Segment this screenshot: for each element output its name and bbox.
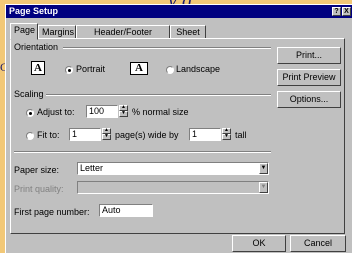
options-button[interactable]: Options... — [277, 91, 341, 108]
portrait-label[interactable]: Portrait — [76, 64, 105, 74]
tall-label: tall — [235, 130, 247, 140]
adjust-to-input[interactable]: 100 — [86, 105, 118, 118]
adjust-to-radio[interactable] — [26, 109, 34, 117]
first-page-input[interactable]: Auto — [99, 204, 153, 217]
section-divider — [14, 151, 271, 153]
tab-page[interactable]: Page — [10, 23, 38, 40]
tab-header-footer[interactable]: Header/Footer — [76, 25, 170, 39]
tab-sheet[interactable]: Sheet — [170, 25, 206, 39]
landscape-page-icon: A — [130, 62, 148, 75]
paper-size-select[interactable]: Letter — [77, 162, 269, 175]
portrait-radio[interactable] — [65, 66, 73, 74]
help-button[interactable]: ? — [332, 7, 341, 16]
tall-input[interactable]: 1 — [189, 128, 221, 141]
cancel-button[interactable]: Cancel — [290, 235, 346, 252]
tab-panel-page: Orientation A Portrait A Landscape Scali… — [10, 38, 345, 234]
first-page-label: First page number: — [14, 207, 90, 217]
print-quality-select — [77, 181, 269, 194]
ok-button[interactable]: OK — [232, 235, 286, 252]
tab-margins[interactable]: Margins — [38, 25, 76, 39]
scaling-divider — [46, 94, 271, 96]
spin-down-icon[interactable]: ▼ — [119, 111, 128, 117]
dialog-title: Page Setup — [9, 6, 59, 16]
fit-to-label[interactable]: Fit to: — [37, 130, 60, 140]
normal-size-label: % normal size — [132, 107, 189, 117]
portrait-page-icon: A — [31, 61, 45, 75]
tall-spinner[interactable]: ▲ ▼ — [222, 128, 231, 141]
landscape-label[interactable]: Landscape — [176, 64, 220, 74]
orientation-divider — [63, 47, 271, 49]
close-button[interactable]: X — [342, 7, 351, 16]
paper-size-value: Letter — [80, 163, 104, 173]
title-bar: Page Setup ? X — [6, 5, 352, 18]
landscape-radio[interactable] — [166, 66, 174, 74]
chevron-down-icon: ▼ — [259, 182, 268, 193]
spin-down-icon[interactable]: ▼ — [102, 134, 111, 140]
orientation-label: Orientation — [14, 42, 59, 52]
print-preview-button[interactable]: Print Preview — [277, 69, 341, 86]
print-button[interactable]: Print... — [277, 47, 341, 64]
paper-size-label: Paper size: — [14, 165, 60, 175]
fit-to-radio[interactable] — [26, 132, 34, 140]
page-setup-dialog: Page Setup ? X Page Margins Header/Foote… — [5, 4, 352, 253]
print-quality-label: Print quality: — [14, 184, 64, 194]
pages-wide-spinner[interactable]: ▲ ▼ — [102, 128, 111, 141]
scaling-label: Scaling — [14, 89, 44, 99]
chevron-down-icon[interactable]: ▼ — [259, 163, 268, 174]
pages-wide-label: page(s) wide by — [115, 130, 179, 140]
adjust-to-spinner[interactable]: ▲ ▼ — [119, 105, 128, 118]
pages-wide-input[interactable]: 1 — [69, 128, 101, 141]
adjust-to-label[interactable]: Adjust to: — [37, 107, 75, 117]
spin-down-icon[interactable]: ▼ — [222, 134, 231, 140]
